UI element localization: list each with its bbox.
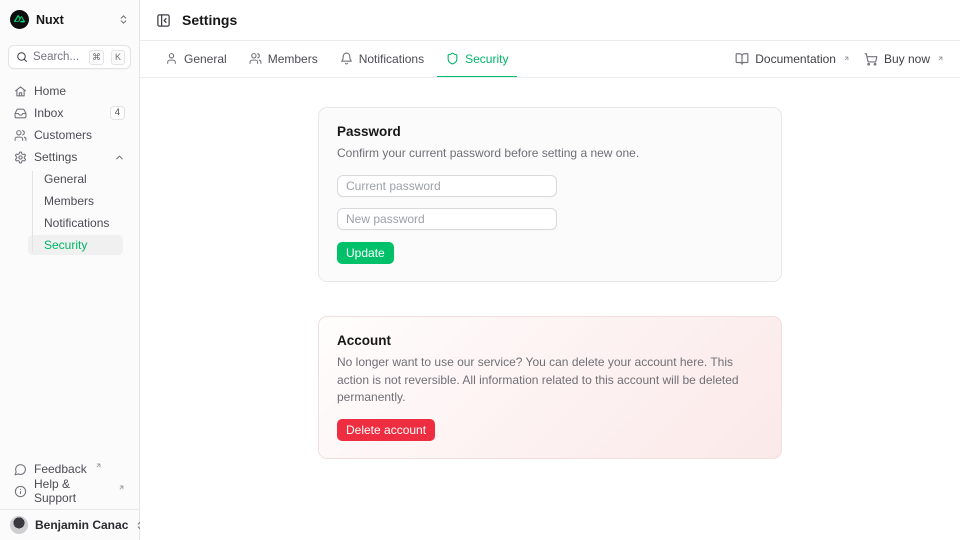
password-card-description: Confirm your current password before set… [337,145,763,162]
external-link-icon [95,462,102,469]
avatar [10,516,28,534]
tab-members[interactable]: Members [240,41,327,77]
buy-now-button[interactable]: Buy now [864,52,944,66]
sidebar-item-home[interactable]: Home [8,81,131,101]
user-name: Benjamin Canac [35,518,128,532]
book-open-icon [735,52,749,66]
tab-label: Members [268,52,318,66]
sidebar-spacer [0,257,139,459]
new-password-field[interactable] [337,208,557,230]
account-card-description: No longer want to use our service? You c… [337,354,763,406]
current-password-field[interactable] [337,175,557,197]
sidebar-item-feedback[interactable]: Feedback [8,459,131,479]
sidebar-item-notifications[interactable]: Notifications [28,213,123,233]
search-input[interactable]: Search... ⌘ K [8,45,131,69]
sidebar-item-inbox[interactable]: Inbox 4 [8,103,131,123]
sidebar-item-label: Members [44,194,94,208]
buy-now-label: Buy now [884,52,930,66]
search-placeholder: Search... [33,51,84,63]
bell-icon [340,52,353,65]
sidebar-item-settings[interactable]: Settings [8,147,131,167]
settings-sub-list: General Members Notifications Security [28,169,123,255]
sidebar-footer: Feedback Help & Support [0,459,139,509]
users-icon [14,129,27,142]
app-window: Nuxt Search... ⌘ K Home Inbox 4 Customer… [0,0,960,540]
search-icon [16,51,28,63]
sidebar: Nuxt Search... ⌘ K Home Inbox 4 Customer… [0,0,140,540]
inbox-icon [14,107,27,120]
tab-label: General [184,52,227,66]
sidebar-item-security[interactable]: Security [28,235,123,255]
collapse-sidebar-button[interactable] [156,13,171,28]
sidebar-item-members[interactable]: Members [28,191,123,211]
documentation-label: Documentation [755,52,836,66]
delete-account-button[interactable]: Delete account [337,419,435,441]
page-header: Settings [140,0,960,41]
sidebar-item-general[interactable]: General [28,169,123,189]
team-switcher[interactable]: Nuxt [8,8,131,31]
account-card-title: Account [337,333,763,348]
kbd-meta: ⌘ [89,50,104,65]
external-link-icon [843,55,850,62]
chevrons-up-down-icon [118,14,129,25]
tab-security[interactable]: Security [437,41,517,77]
sidebar-item-label: Inbox [34,106,63,120]
gear-icon [14,151,27,164]
sidebar-item-label: Customers [34,128,92,142]
sidebar-item-label: Home [34,84,66,98]
home-icon [14,85,27,98]
tab-label: Notifications [359,52,424,66]
header-actions: Documentation Buy now [735,41,944,77]
sidebar-item-customers[interactable]: Customers [8,125,131,145]
security-content: Password Confirm your current password b… [140,78,960,540]
sidebar-item-label: General [44,172,87,186]
chevron-up-icon [114,152,125,163]
user-icon [165,52,178,65]
password-card-title: Password [337,124,763,139]
page-title: Settings [182,12,237,28]
kbd-k: K [111,50,125,65]
nuxt-logo-icon [10,10,29,29]
sidebar-item-label: Notifications [44,216,109,230]
external-link-icon [118,484,125,491]
update-password-button[interactable]: Update [337,242,394,264]
inbox-count-badge: 4 [110,106,125,120]
external-link-icon [937,55,944,62]
account-card: Account No longer want to use our servic… [318,316,782,458]
sidebar-item-label: Settings [34,150,77,164]
sidebar-item-help-support[interactable]: Help & Support [8,481,131,501]
tab-label: Security [465,52,508,66]
chat-bubble-icon [14,463,27,476]
sidebar-item-label: Feedback [34,462,87,476]
main-panel: Settings General Members Notifications S… [140,0,960,540]
team-name: Nuxt [36,13,64,27]
shopping-cart-icon [864,52,878,66]
users-icon [249,52,262,65]
documentation-button[interactable]: Documentation [735,52,850,66]
sidebar-nav: Home Inbox 4 Customers Settings General [0,81,139,257]
tab-general[interactable]: General [156,41,236,77]
sidebar-item-label: Help & Support [34,477,110,505]
password-card: Password Confirm your current password b… [318,107,782,282]
settings-tabbar: General Members Notifications Security D… [140,41,960,78]
info-icon [14,485,27,498]
shield-icon [446,52,459,65]
sidebar-item-label: Security [44,238,87,252]
tab-notifications[interactable]: Notifications [331,41,433,77]
user-menu[interactable]: Benjamin Canac [0,509,139,540]
